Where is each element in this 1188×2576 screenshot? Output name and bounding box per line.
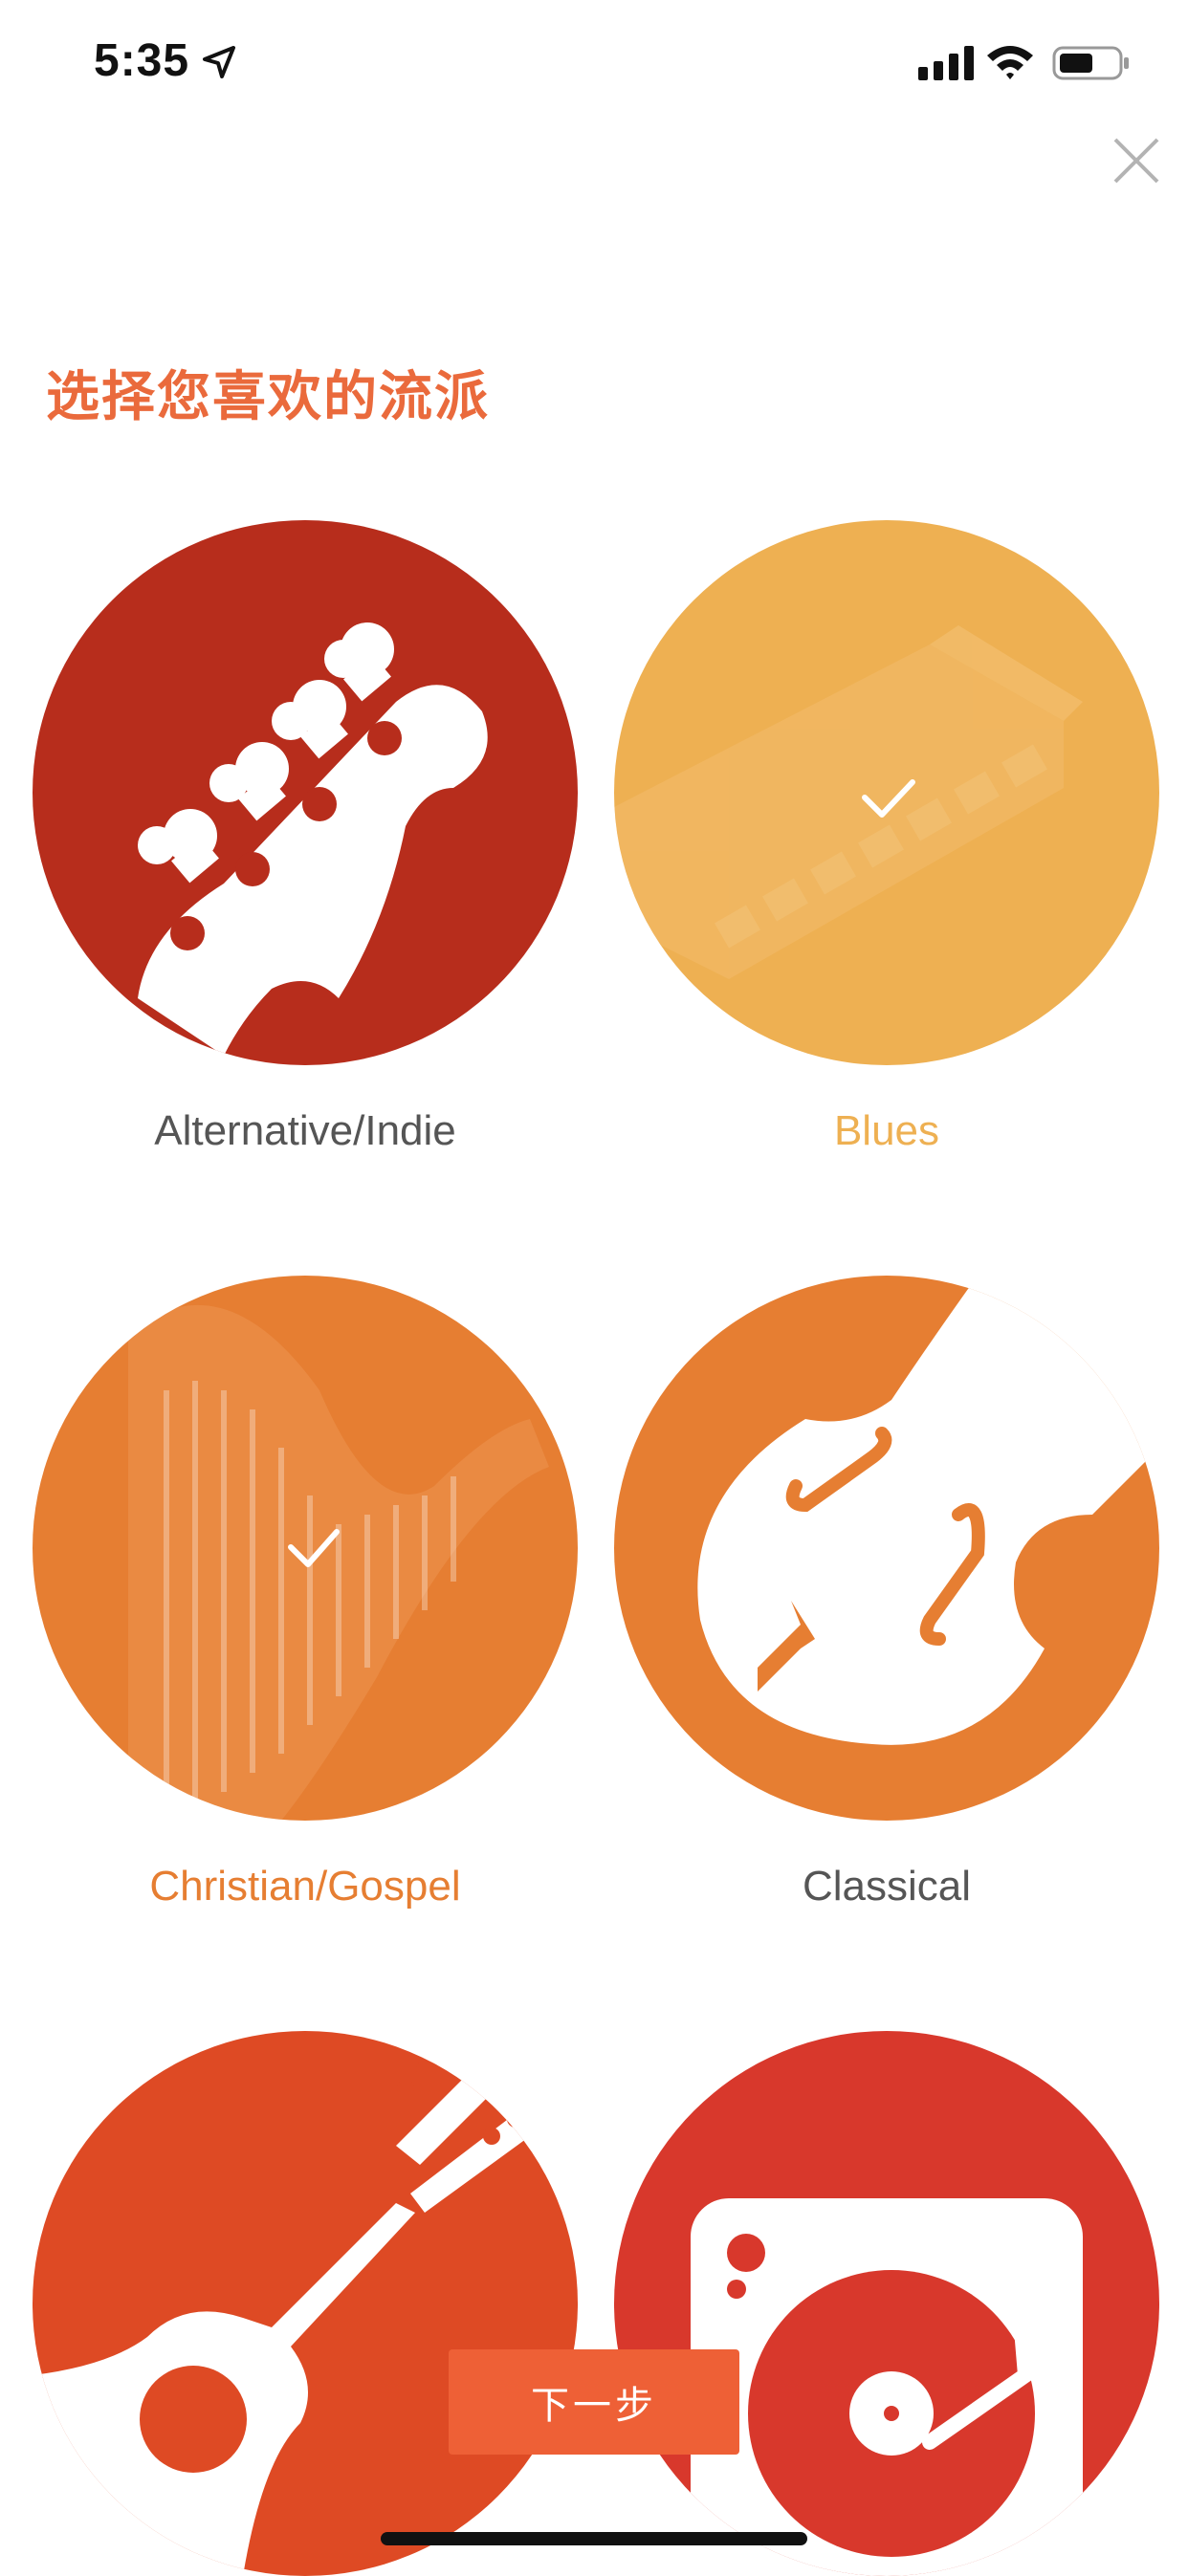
harp-icon: [128, 1304, 549, 1821]
genre-circle: [614, 520, 1159, 1065]
genre-card-alternative-indie[interactable]: Alternative/Indie: [33, 520, 578, 1154]
genre-label: Christian/Gospel: [149, 1863, 461, 1910]
genre-card-acoustic-guitar[interactable]: [33, 2031, 578, 2576]
genre-label: Classical: [802, 1863, 972, 1910]
battery-icon: [1052, 46, 1129, 80]
close-button[interactable]: [1110, 134, 1163, 187]
violin-icon: [697, 1276, 1159, 1745]
status-bar: 5:35: [0, 0, 1188, 126]
genre-card-christian-gospel[interactable]: Christian/Gospel: [33, 1276, 578, 1910]
genre-circle: [33, 2031, 578, 2576]
genre-card-blues[interactable]: Blues: [614, 520, 1159, 1154]
next-button[interactable]: 下一步: [449, 2349, 739, 2455]
location-arrow-icon: [203, 46, 235, 78]
genre-card-turntable[interactable]: [614, 2031, 1159, 2576]
genre-card-classical[interactable]: Classical: [614, 1276, 1159, 1910]
home-indicator: [381, 2532, 807, 2545]
genre-label: Blues: [833, 1107, 940, 1154]
harmonica-icon: [614, 625, 1083, 979]
wifi-icon: [987, 46, 1033, 79]
close-icon: [1113, 138, 1159, 184]
genre-label: Alternative/Indie: [154, 1107, 456, 1154]
turntable-icon: [691, 2198, 1083, 2576]
genre-circle: [33, 520, 578, 1065]
page-title: 选择您喜欢的流派: [46, 366, 490, 428]
genre-circle: [614, 2031, 1159, 2576]
acoustic-guitar-icon: [33, 2061, 530, 2576]
cellular-signal-icon: [918, 46, 974, 80]
bass-guitar-headstock-icon: [138, 622, 488, 1056]
status-time: 5:35: [94, 35, 190, 86]
genre-circle: [33, 1276, 578, 1821]
genre-circle: [614, 1276, 1159, 1821]
